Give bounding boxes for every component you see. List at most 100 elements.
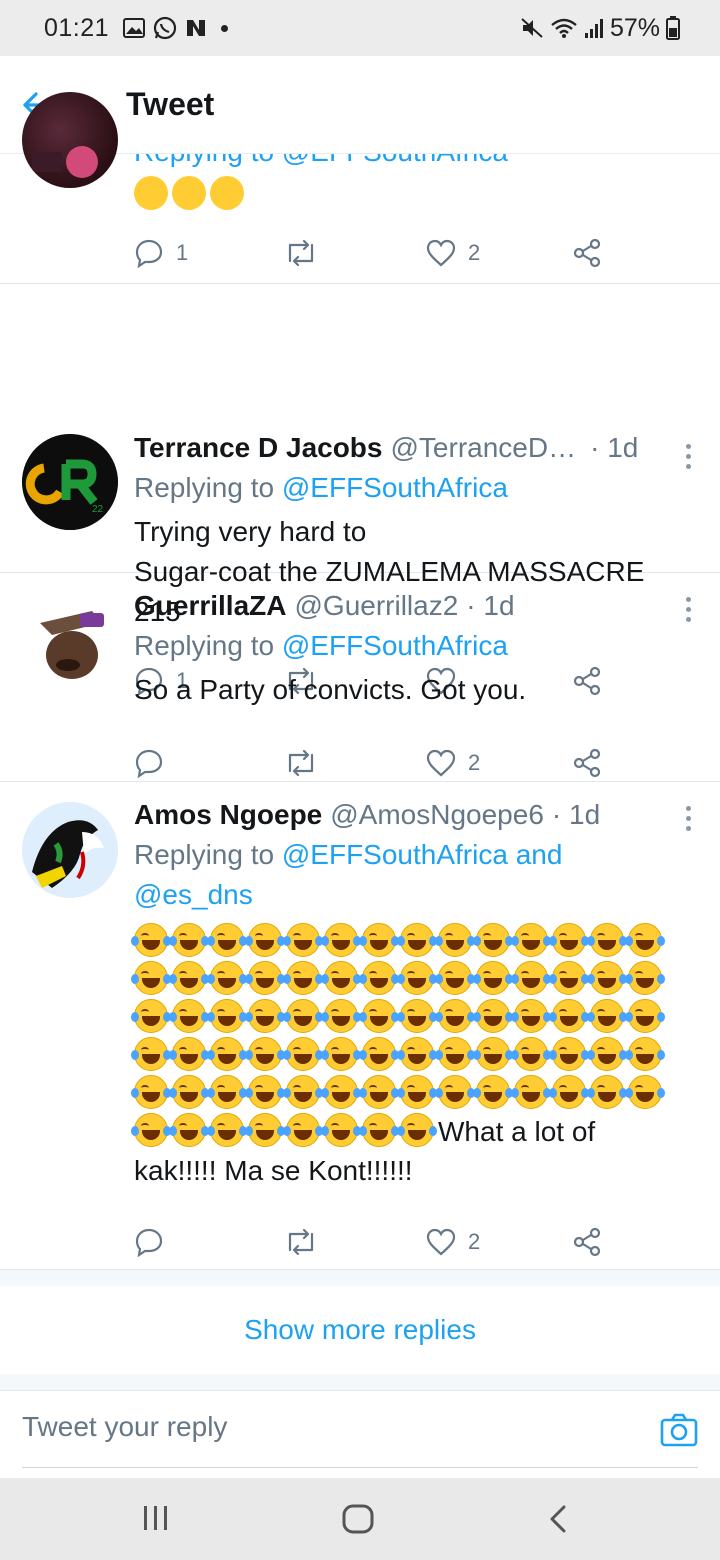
tears-of-joy-icon [435, 1037, 475, 1071]
more-options-icon[interactable] [684, 444, 692, 469]
tweet-item[interactable]: Amos Ngoepe @AmosNgoepe6 · 1d Replying t… [0, 782, 720, 1270]
tweet-item[interactable]: 22 Terrance D Jacobs @TerranceD… · 1d Re… [0, 284, 720, 696]
page-title: Tweet [126, 86, 215, 122]
raised-fist-icon [172, 176, 206, 210]
avatar[interactable] [22, 802, 118, 898]
avatar[interactable] [22, 92, 118, 188]
status-time: 01:21 [44, 13, 110, 42]
tears-of-joy-icon [359, 999, 399, 1033]
tears-of-joy-icon [435, 961, 475, 995]
tweet-item[interactable]: Replying to @EFFSouthAfrica 1 2 [0, 92, 720, 284]
tears-of-joy-icon [245, 1113, 285, 1147]
tears-of-joy-icon [625, 999, 665, 1033]
avatar[interactable] [22, 593, 118, 689]
tears-of-joy-icon [587, 1075, 627, 1109]
tweet-text-line: So a Party of convicts. Got you. [134, 674, 527, 705]
tears-of-joy-icon [283, 1113, 323, 1147]
tears-of-joy-icon [169, 1037, 209, 1071]
avatar[interactable]: 22 [22, 434, 118, 530]
heart-icon [426, 1228, 456, 1256]
tweet-time: · 1d [466, 590, 515, 621]
retweet-button[interactable] [284, 1228, 318, 1256]
tears-of-joy-icon [321, 961, 361, 995]
back-icon[interactable] [548, 1504, 568, 1534]
reply-button[interactable] [134, 1227, 176, 1257]
tears-of-joy-icon [207, 1037, 247, 1071]
share-button[interactable] [572, 1227, 602, 1257]
tears-of-joy-icon [435, 1075, 475, 1109]
author-name[interactable]: Terrance D Jacobs [134, 428, 383, 468]
tears-of-joy-icon [397, 1075, 437, 1109]
recent-apps-icon[interactable] [142, 1504, 170, 1532]
author-handle[interactable]: @AmosNgoepe6 [330, 795, 544, 835]
tweet-text: What a lot of [131, 923, 680, 1151]
author-name[interactable]: Amos Ngoepe [134, 795, 322, 835]
tears-of-joy-icon [207, 1075, 247, 1109]
tears-of-joy-icon [511, 1037, 551, 1071]
reply-count: 1 [176, 240, 189, 265]
more-options-icon[interactable] [684, 806, 692, 831]
mention-link[interactable]: @es_dns [134, 879, 253, 910]
retweet-button[interactable] [284, 749, 318, 777]
more-options-icon[interactable] [684, 597, 692, 622]
tears-of-joy-icon [625, 1037, 665, 1071]
tears-of-joy-icon [169, 923, 209, 957]
whatsapp-icon [153, 16, 177, 40]
home-icon[interactable] [342, 1504, 374, 1534]
like-button[interactable]: 2 [426, 749, 480, 777]
tweet-text-line: Trying very hard to [134, 516, 367, 547]
show-more-replies-button[interactable]: Show more replies [0, 1286, 720, 1374]
replying-to: Replying to @EFFSouthAfrica [134, 154, 508, 172]
tears-of-joy-icon [321, 1075, 361, 1109]
share-icon [573, 748, 601, 778]
share-button[interactable] [572, 748, 602, 778]
retweet-button[interactable] [284, 239, 318, 267]
emoji-row [131, 999, 680, 1037]
like-button[interactable]: 2 [426, 1228, 480, 1256]
tears-of-joy-icon [473, 961, 513, 995]
replying-to: Replying to @EFFSouthAfrica [134, 468, 680, 508]
tears-of-joy-icon [549, 1075, 589, 1109]
tears-of-joy-icon [321, 999, 361, 1033]
share-icon [573, 238, 601, 268]
heart-icon [426, 749, 456, 777]
tears-of-joy-icon [169, 961, 209, 995]
tweet-item[interactable]: GuerrillaZA @Guerrillaz2 · 1d Replying t… [0, 573, 720, 782]
mention-link[interactable]: @EFFSouthAfrica [282, 630, 508, 661]
author-handle[interactable]: @TerranceD… [391, 428, 577, 468]
tears-of-joy-icon [359, 923, 399, 957]
like-button[interactable]: 2 [426, 239, 480, 267]
signal-icon [584, 17, 604, 39]
tears-of-joy-icon [131, 923, 171, 957]
reply-button[interactable]: 1 [134, 238, 188, 268]
reply-icon [135, 1228, 163, 1257]
tweet-header: GuerrillaZA @Guerrillaz2 · 1d [134, 586, 680, 626]
tears-of-joy-icon [359, 1075, 399, 1109]
tears-of-joy-icon [207, 999, 247, 1033]
tweet-time: · 1d [551, 799, 601, 830]
author-handle[interactable]: @Guerrillaz2 [294, 586, 458, 626]
tears-of-joy-icon [245, 1037, 285, 1071]
tears-of-joy-icon [587, 961, 627, 995]
reply-input[interactable]: Tweet your reply [22, 1411, 227, 1443]
mention-link[interactable]: @EFFSouthAfrica and [282, 839, 563, 870]
tears-of-joy-icon [473, 999, 513, 1033]
emoji-row [131, 1075, 680, 1113]
news-icon [185, 18, 207, 38]
mention-link[interactable]: @EFFSouthAfrica [282, 472, 508, 503]
tears-of-joy-icon [473, 1037, 513, 1071]
emoji-row [131, 961, 680, 999]
tears-of-joy-icon [397, 1037, 437, 1071]
tears-of-joy-icon [245, 1075, 285, 1109]
tears-of-joy-icon [207, 961, 247, 995]
share-button[interactable] [572, 238, 602, 268]
tears-of-joy-icon [473, 1075, 513, 1109]
tears-of-joy-icon [397, 1113, 437, 1147]
camera-icon[interactable] [660, 1413, 698, 1452]
reply-button[interactable] [134, 748, 176, 778]
author-name[interactable]: GuerrillaZA [134, 586, 286, 626]
tweet-text [134, 176, 248, 220]
tears-of-joy-icon [321, 1113, 361, 1147]
tears-of-joy-icon [587, 923, 627, 957]
tears-of-joy-icon [283, 1037, 323, 1071]
